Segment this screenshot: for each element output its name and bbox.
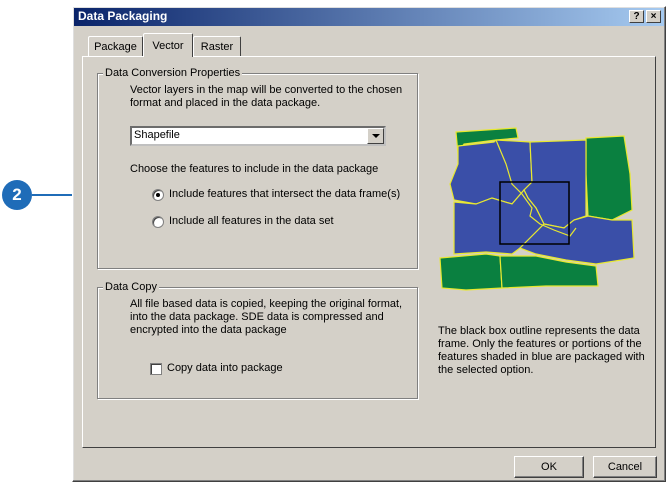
copy-data-checkbox-label[interactable]: Copy data into package [167,362,283,375]
tab-raster-label: Raster [200,40,234,53]
choose-features-label: Choose the features to include in the da… [130,163,379,175]
radio-intersect-label[interactable]: Include features that intersect the data… [169,188,400,201]
chevron-down-icon [371,134,380,138]
close-icon: × [650,10,657,22]
help-icon: ? [633,10,640,22]
copy-group-label: Data Copy [103,281,159,293]
help-button[interactable]: ? [629,10,644,23]
window-title: Data Packaging [78,9,168,23]
radio-button[interactable] [152,189,164,201]
close-button[interactable]: × [646,10,661,23]
tab-package-label: Package [94,40,137,53]
tab-vector-label: Vector [152,39,184,52]
copy-description: All file based data is copied, keeping t… [130,298,403,336]
radio-intersect[interactable] [152,189,164,201]
tab-vector[interactable]: Vector [143,33,193,57]
radio-all-features[interactable] [152,216,164,228]
ok-button[interactable]: OK [514,456,584,478]
tab-package[interactable]: Package [88,36,143,56]
radio-all-features-label[interactable]: Include all features in the data set [169,215,334,228]
map-region-green-bottomleft [439,253,503,291]
copy-data-checkbox[interactable] [150,363,162,375]
tab-raster[interactable]: Raster [193,36,241,56]
step-callout: 2 [2,180,32,210]
cancel-button[interactable]: Cancel [593,456,657,478]
conversion-description: Vector layers in the map will be convert… [130,84,403,109]
ok-button-label: OK [541,461,557,473]
map-caption: The black box outline represents the dat… [438,325,645,376]
conversion-group-label: Data Conversion Properties [103,67,243,79]
radio-button[interactable] [152,216,164,228]
dropdown-button[interactable] [367,128,384,144]
data-frame-map-illustration [439,127,635,291]
format-dropdown-value: Shapefile [134,129,180,141]
cancel-button-label: Cancel [607,461,643,473]
map-region-green-right [585,135,633,221]
